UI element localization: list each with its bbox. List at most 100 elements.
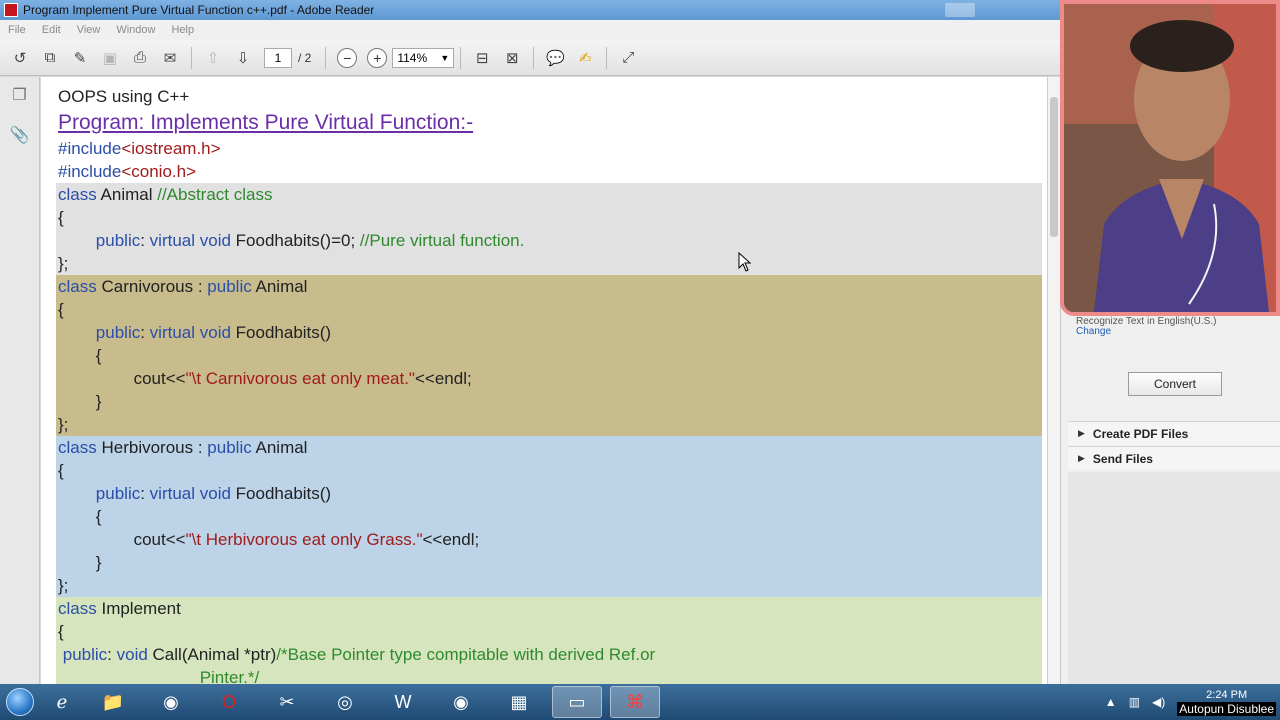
clock-time: 2:24 PM <box>1206 689 1248 701</box>
expand-triangle-icon: ▶ <box>1078 453 1085 463</box>
create-pdf-files-panel[interactable]: ▶ Create PDF Files <box>1068 421 1280 445</box>
zoom-in-icon[interactable]: + <box>367 47 388 68</box>
code-token: { <box>58 461 64 480</box>
code-token: Animal <box>100 185 158 204</box>
menu-edit[interactable]: Edit <box>34 24 69 36</box>
acrobat-icon[interactable]: ⌘ <box>610 686 660 718</box>
code-line: cout<<"\t Herbivorous eat only Grass."<<… <box>56 528 1042 551</box>
menu-view[interactable]: View <box>69 24 109 36</box>
mouse-cursor-icon <box>738 251 752 277</box>
page-number-input[interactable]: 1 <box>264 47 292 68</box>
zoom-value: 114% <box>397 50 428 65</box>
adobe-pdf-icon <box>4 3 18 17</box>
code-token: "\t Carnivorous eat only meat." <box>185 369 415 388</box>
create-pdf-icon[interactable]: ⧉ <box>38 46 62 70</box>
code-token: public <box>95 323 141 342</box>
open-icon[interactable]: ↺ <box>8 46 32 70</box>
code-token: { <box>58 300 64 319</box>
toolbar-separator <box>460 46 462 69</box>
code-token: //Abstract class <box>157 185 273 204</box>
panel-label: Send Files <box>1092 451 1153 466</box>
next-page-icon[interactable]: ⇩ <box>231 46 255 70</box>
document-view[interactable]: OOPS using C++ Program: Implements Pure … <box>41 77 1047 684</box>
code-line: class Herbivorous : public Animal <box>56 436 1042 459</box>
code-token: { <box>58 208 64 227</box>
pages-icon[interactable]: ❐ <box>10 85 30 107</box>
change-language-link[interactable]: Change <box>1076 326 1111 337</box>
comment-icon[interactable]: 💬 <box>543 46 567 70</box>
code-token: Carnivorous : <box>101 277 208 296</box>
menu-bar: File Edit View Window Help <box>0 20 1060 40</box>
explorer-icon[interactable]: 📁 <box>88 686 138 718</box>
code-token: } <box>58 553 102 572</box>
code-token: <iostream.h> <box>121 139 221 158</box>
panel-label: Create PDF Files <box>1092 426 1189 441</box>
code-token: class <box>58 438 102 457</box>
zoom-select[interactable]: 114% ▼ <box>392 47 455 68</box>
code-token: }; <box>58 254 69 273</box>
page-total: / 2 <box>298 50 312 65</box>
code-line: class Animal //Abstract class <box>56 183 1042 206</box>
toolbar-separator <box>533 46 535 69</box>
code-token: class <box>58 185 101 204</box>
start-button[interactable] <box>0 684 40 720</box>
chrome2-icon[interactable]: ◉ <box>436 686 486 718</box>
media-icon[interactable]: ◎ <box>320 686 370 718</box>
vertical-scrollbar[interactable] <box>1047 77 1060 684</box>
code-token: void <box>116 645 153 664</box>
code-token: Animal <box>255 438 308 457</box>
print-icon[interactable]: ⎙ <box>128 46 152 70</box>
fit-page-icon[interactable]: ⊟ <box>470 46 494 70</box>
menu-window[interactable]: Window <box>108 24 163 36</box>
chrome-icon[interactable]: ◉ <box>146 686 196 718</box>
code-token: <<endl; <box>422 530 480 549</box>
menu-file[interactable]: File <box>0 24 34 36</box>
film-icon[interactable]: ▦ <box>494 686 544 718</box>
code-line: } <box>56 390 1042 413</box>
previous-page-icon[interactable]: ⇧ <box>201 46 225 70</box>
volume-icon[interactable]: ◀) <box>1152 695 1165 709</box>
attachment-icon[interactable]: 📎 <box>10 125 30 147</box>
send-files-panel[interactable]: ▶ Send Files <box>1068 446 1280 470</box>
fit-width-icon[interactable]: ⊠ <box>500 46 524 70</box>
code-token: #include <box>58 139 122 158</box>
code-token: virtual void <box>149 323 236 342</box>
minimize-button[interactable] <box>945 3 975 17</box>
code-token: Herbivorous : <box>101 438 208 457</box>
code-line: { <box>56 505 1042 528</box>
code-token: cout<< <box>58 530 186 549</box>
code-token: : <box>140 323 150 342</box>
expand-icon[interactable]: ⤢ <box>616 46 640 70</box>
opera-icon[interactable]: O <box>204 686 254 718</box>
code-line: { <box>56 459 1042 482</box>
edit-icon[interactable]: ✎ <box>68 46 92 70</box>
zoom-out-icon[interactable]: − <box>337 47 358 68</box>
network-icon[interactable]: ▥ <box>1129 695 1140 709</box>
word-icon[interactable]: W <box>378 686 428 718</box>
webcam-overlay <box>1060 0 1280 316</box>
toolbar-separator <box>606 46 608 69</box>
code-token: Call(Animal *ptr) <box>152 645 277 664</box>
save-icon[interactable]: ▣ <box>98 46 122 70</box>
tool-icon[interactable]: ✂ <box>262 686 312 718</box>
code-line: class Implement <box>56 597 1042 620</box>
toolbar: ↺ ⧉ ✎ ▣ ⎙ ✉ ⇧ ⇩ 1 / 2 − + 114% ▼ ⊟ ⊠ 💬 ✍… <box>0 40 1060 76</box>
show-hidden-icons-icon[interactable]: ▲ <box>1105 695 1117 709</box>
menu-help[interactable]: Help <box>163 24 202 36</box>
convert-button[interactable]: Convert <box>1128 372 1222 396</box>
code-line: { <box>56 206 1042 229</box>
chevron-down-icon: ▼ <box>440 52 450 63</box>
code-token: class <box>58 599 102 618</box>
email-icon[interactable]: ✉ <box>158 46 182 70</box>
clock[interactable]: 2:24 PM Autopun Disublee <box>1177 688 1280 716</box>
app-icon[interactable]: ▭ <box>552 686 602 718</box>
code-line: public: virtual void Foodhabits() <box>56 482 1042 505</box>
ie-icon[interactable]: ℯ <box>44 686 80 718</box>
scrollbar-thumb[interactable] <box>1050 97 1058 237</box>
taskbar: ℯ 📁 ◉ O ✂ ◎ W ◉ ▦ ▭ ⌘ ▲ ▥ ◀) 2:24 PM Aut… <box>0 684 1280 720</box>
highlight-icon[interactable]: ✍ <box>573 46 597 70</box>
document-header: OOPS using C++ <box>58 87 190 106</box>
code-token: Implement <box>101 599 181 618</box>
